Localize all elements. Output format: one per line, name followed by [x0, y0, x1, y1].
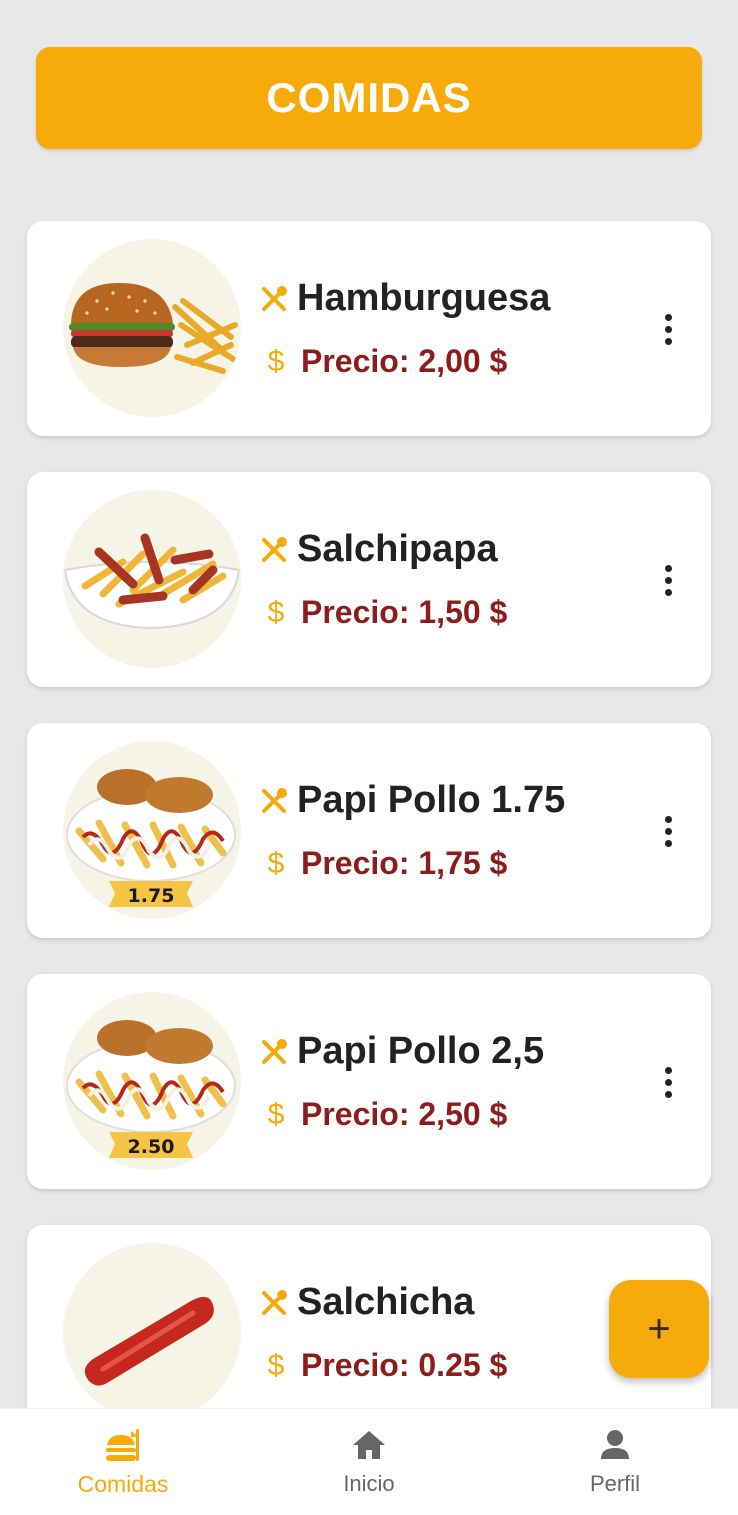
utensils-icon: [262, 536, 287, 562]
more-options-button[interactable]: [653, 809, 683, 853]
more-options-button[interactable]: [653, 1060, 683, 1104]
food-name-row: Salchipapa: [259, 528, 498, 571]
nav-label: Inicio: [343, 1471, 395, 1496]
food-name: Salchipapa: [297, 528, 498, 570]
utensils-icon: [262, 1038, 287, 1064]
food-list[interactable]: COMIDAS Hamburguesa $ Precio: 2,00 $ Sal…: [0, 0, 738, 1408]
dot-icon: [664, 815, 672, 823]
page-title: COMIDAS: [266, 74, 472, 121]
salchipapa-image: [63, 490, 241, 668]
food-price-row: $ Precio: 1,50 $: [263, 594, 508, 631]
sausage-image: [63, 1243, 241, 1408]
dot-icon: [664, 1090, 672, 1098]
dot-icon: [664, 588, 672, 596]
dot-icon: [664, 564, 672, 572]
price-badge: 2.50: [128, 1136, 175, 1158]
food-name: Papi Pollo 2,5: [297, 1030, 545, 1072]
dot-icon: [664, 576, 672, 584]
more-options-button[interactable]: [653, 558, 683, 602]
utensils-icon: [262, 1289, 287, 1315]
utensils-icon: [262, 285, 287, 311]
dollar-icon: $: [267, 1348, 285, 1382]
food-price: Precio: 2,00 $: [301, 343, 508, 379]
person-icon: [601, 1430, 629, 1459]
food-name-row: Papi Pollo 2,5: [259, 1030, 544, 1073]
dot-icon: [664, 313, 672, 321]
dollar-icon: $: [267, 344, 285, 378]
dot-icon: [664, 1066, 672, 1074]
utensils-icon: [262, 787, 287, 813]
food-name: Salchicha: [297, 1281, 475, 1323]
dot-icon: [664, 827, 672, 835]
food-name: Hamburguesa: [297, 277, 551, 319]
add-food-button[interactable]: +: [609, 1280, 709, 1378]
dot-icon: [664, 337, 672, 345]
chicken-fries-image: 1.75: [63, 741, 241, 919]
food-price-row: $ Precio: 1,75 $: [263, 845, 508, 882]
food-card-hamburguesa[interactable]: Hamburguesa $ Precio: 2,00 $: [27, 221, 711, 436]
dollar-icon: $: [267, 846, 285, 880]
dollar-icon: $: [267, 1097, 285, 1131]
food-price: Precio: 1,75 $: [301, 845, 508, 881]
food-price-row: $ Precio: 2,50 $: [263, 1096, 508, 1133]
food-name-row: Papi Pollo 1.75: [259, 779, 565, 822]
nav-item-inicio[interactable]: Inicio: [246, 1409, 492, 1515]
nav-item-comidas[interactable]: Comidas: [0, 1409, 246, 1515]
dot-icon: [664, 325, 672, 333]
food-price: Precio: 0.25 $: [301, 1347, 508, 1383]
dot-icon: [664, 839, 672, 847]
burger-utensil-icon: [106, 1429, 139, 1461]
nav-label: Perfil: [589, 1471, 641, 1496]
food-price-row: $ Precio: 0.25 $: [263, 1347, 508, 1384]
food-card-salchipapa[interactable]: Salchipapa $ Precio: 1,50 $: [27, 472, 711, 687]
bottom-navigation: Comidas Inicio Perfil: [0, 1408, 738, 1515]
chicken-fries-image: 2.50: [63, 992, 241, 1170]
food-price: Precio: 2,50 $: [301, 1096, 508, 1132]
food-card-papi-pollo-175[interactable]: 1.75 Papi Pollo 1.75 $ Precio: 1,75 $: [27, 723, 711, 938]
nav-label: Comidas: [77, 1471, 169, 1497]
plus-icon: +: [647, 1307, 671, 1351]
more-options-button[interactable]: [653, 307, 683, 351]
price-badge: 1.75: [128, 885, 175, 907]
food-name-row: Hamburguesa: [259, 277, 550, 320]
dot-icon: [664, 1078, 672, 1086]
food-name-row: Salchicha: [259, 1281, 474, 1324]
burger-with-fries-image: [63, 239, 241, 417]
dollar-icon: $: [267, 595, 285, 629]
food-card-papi-pollo-25[interactable]: 2.50 Papi Pollo 2,5 $ Precio: 2,50 $: [27, 974, 711, 1189]
page-header: COMIDAS: [36, 47, 702, 149]
food-price: Precio: 1,50 $: [301, 594, 508, 630]
food-name: Papi Pollo 1.75: [297, 779, 566, 821]
nav-item-perfil[interactable]: Perfil: [492, 1409, 738, 1515]
food-price-row: $ Precio: 2,00 $: [263, 343, 508, 380]
home-icon: [353, 1431, 385, 1459]
